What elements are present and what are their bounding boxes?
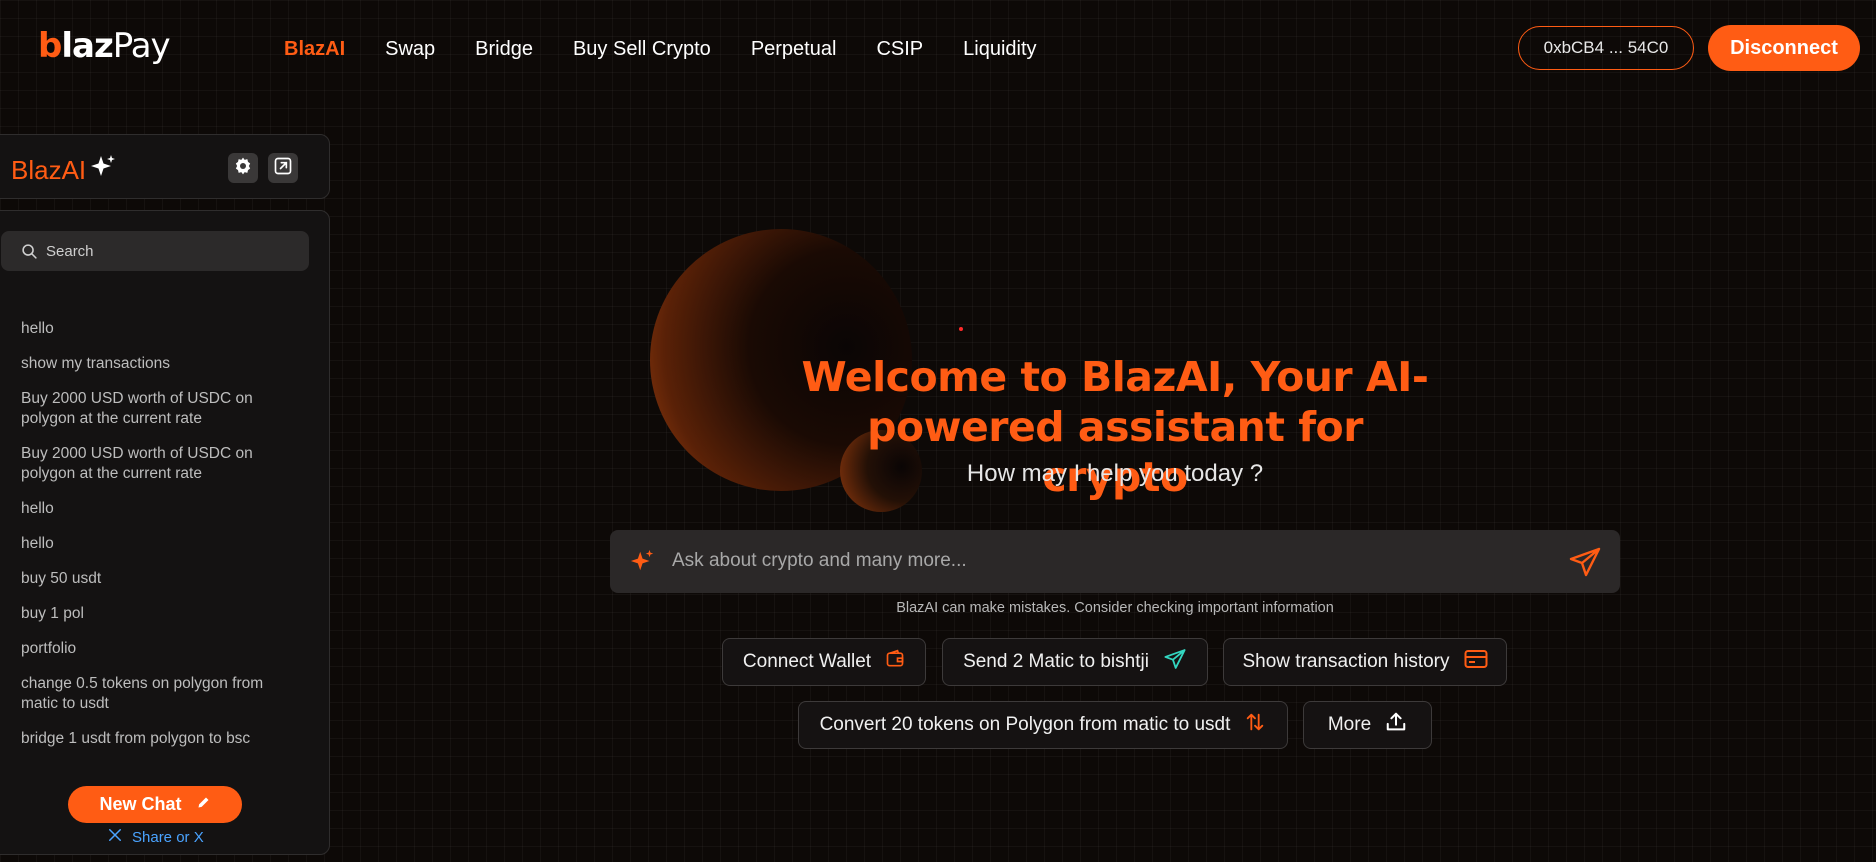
card-icon [1464,649,1488,675]
suggestion-label: Show transaction history [1242,651,1450,672]
send-icon[interactable] [1568,546,1602,578]
nav-item-blazai[interactable]: BlazAI [284,36,345,62]
main-nav: BlazAI Swap Bridge Buy Sell Crypto Perpe… [284,36,1077,62]
new-chat-button[interactable]: New Chat [68,786,242,823]
list-item[interactable]: hello [21,319,301,339]
sidebar-search [1,231,309,271]
list-item[interactable]: hello [21,499,301,519]
disconnect-button[interactable]: Disconnect [1708,25,1860,71]
suggestion-send-matic[interactable]: Send 2 Matic to bishtji [942,638,1208,686]
search-icon [22,243,37,259]
swap-arrows-icon [1244,711,1266,739]
upload-icon [1385,711,1407,739]
pencil-icon [196,794,211,815]
gear-icon [233,156,253,181]
list-item[interactable]: change 0.5 tokens on polygon from matic … [21,674,301,714]
x-logo-icon [108,828,122,846]
prompt-input[interactable] [672,546,1532,576]
sparkle-icon [630,548,656,579]
chat-history-panel: hello show my transactions Buy 2000 USD … [0,210,330,855]
wallet-address-button[interactable]: 0xbCB4 ... 54C0 [1518,26,1694,70]
decorative-dot [959,327,963,331]
share-label: Share or X [132,828,204,846]
search-input[interactable] [46,242,286,260]
nav-item-buy-sell-crypto[interactable]: Buy Sell Crypto [573,36,711,62]
send-icon [1163,648,1187,676]
list-item[interactable]: buy 1 pol [21,604,301,624]
suggestion-label: More [1327,714,1372,735]
nav-item-csip[interactable]: CSIP [876,36,923,62]
external-link-icon [273,156,293,181]
list-item[interactable]: Buy 2000 USD worth of USDC on polygon at… [21,444,301,484]
nav-item-swap[interactable]: Swap [385,36,435,62]
suggestion-connect-wallet[interactable]: Connect Wallet [722,638,926,686]
brand-logo[interactable]: blazPay [38,26,171,66]
suggestion-more[interactable]: More [1303,701,1432,749]
suggestion-label: Convert 20 tokens on Polygon from matic … [819,714,1231,735]
suggestion-label: Send 2 Matic to bishtji [963,651,1149,672]
suggestion-label: Connect Wallet [742,651,872,672]
wallet-icon [885,649,905,675]
share-on-x-link[interactable]: Share or X [108,828,204,846]
prompt-bar [610,530,1620,593]
settings-button[interactable] [228,153,258,183]
list-item[interactable]: Buy 2000 USD worth of USDC on polygon at… [21,389,301,429]
disclaimer-text: BlazAI can make mistakes. Consider check… [896,600,1334,616]
suggestion-show-history[interactable]: Show transaction history [1223,638,1507,686]
list-item[interactable]: bridge 1 usdt from polygon to bsc [21,729,301,749]
sparkle-icon [89,153,117,181]
nav-item-bridge[interactable]: Bridge [475,36,533,62]
list-item[interactable]: portfolio [21,639,301,659]
sidebar-header: BlazAI [0,134,330,199]
list-item[interactable]: show my transactions [21,354,301,374]
list-item[interactable]: buy 50 usdt [21,569,301,589]
sidebar-title: BlazAI [11,155,87,185]
list-item[interactable]: hello [21,534,301,554]
suggestion-convert-tokens[interactable]: Convert 20 tokens on Polygon from matic … [798,701,1288,749]
new-chat-label: New Chat [99,794,182,814]
chat-history-list: hello show my transactions Buy 2000 USD … [21,319,301,764]
expand-button[interactable] [268,153,298,183]
nav-item-perpetual[interactable]: Perpetual [751,36,837,62]
page-subtitle: How may I help you today ? [966,460,1264,487]
nav-item-liquidity[interactable]: Liquidity [963,36,1036,62]
logo-text: blazPay [38,26,171,66]
